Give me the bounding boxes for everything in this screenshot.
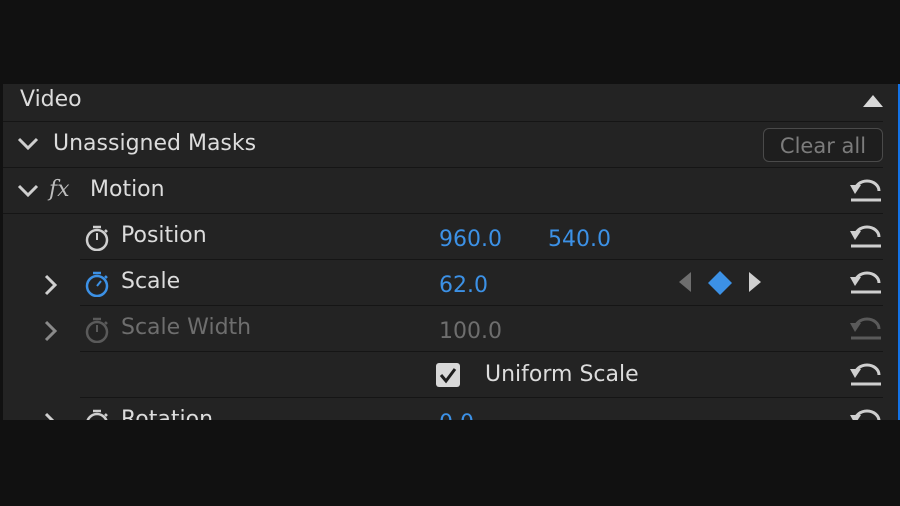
- collapse-triangle-icon[interactable]: [863, 95, 883, 107]
- clear-all-button[interactable]: Clear all: [763, 128, 883, 162]
- chevron-right-icon[interactable]: [43, 412, 59, 420]
- position-label: Position: [121, 223, 207, 248]
- scale-width-value: 100.0: [439, 319, 502, 344]
- position-row: Position 960.0 540.0: [80, 214, 883, 260]
- scale-label: Scale: [121, 269, 181, 294]
- rotation-value[interactable]: 0.0: [439, 410, 474, 420]
- chevron-right-icon[interactable]: [43, 320, 59, 342]
- keyframe-prev-icon[interactable]: [679, 272, 691, 292]
- position-y-value[interactable]: 540.0: [548, 226, 611, 254]
- video-section-title: Video: [20, 87, 82, 112]
- stopwatch-icon: [85, 317, 109, 343]
- reset-icon[interactable]: [849, 361, 883, 387]
- unassigned-masks-row: Unassigned Masks Clear all: [3, 122, 883, 168]
- stopwatch-icon[interactable]: [84, 225, 110, 251]
- checkmark-icon: [439, 368, 457, 384]
- reset-icon[interactable]: [849, 177, 883, 203]
- keyframe-next-icon[interactable]: [749, 272, 761, 292]
- fx-badge-icon[interactable]: fx: [49, 176, 70, 204]
- stopwatch-icon[interactable]: [84, 409, 110, 420]
- stopwatch-icon[interactable]: [84, 271, 110, 297]
- chevron-down-icon[interactable]: [17, 184, 39, 198]
- rotation-row: Rotation 0.0: [80, 398, 883, 420]
- rotation-label: Rotation: [121, 407, 214, 420]
- motion-row: fx Motion: [3, 168, 883, 214]
- uniform-scale-label: Uniform Scale: [485, 362, 639, 387]
- scale-width-row: Scale Width 100.0: [80, 306, 883, 352]
- scale-width-label: Scale Width: [121, 315, 252, 340]
- uniform-scale-row: Uniform Scale: [80, 352, 883, 398]
- scale-row: Scale 62.0: [80, 260, 883, 306]
- reset-icon[interactable]: [849, 269, 883, 295]
- chevron-right-icon[interactable]: [43, 274, 59, 296]
- uniform-scale-checkbox[interactable]: [436, 363, 460, 387]
- keyframe-diamond-icon[interactable]: [707, 270, 733, 296]
- position-x-value[interactable]: 960.0: [439, 226, 502, 254]
- reset-icon: [850, 317, 881, 340]
- motion-label: Motion: [90, 177, 165, 202]
- video-section-header[interactable]: Video: [3, 84, 883, 122]
- scale-value[interactable]: 62.0: [439, 272, 488, 300]
- reset-icon[interactable]: [849, 223, 883, 249]
- unassigned-masks-label: Unassigned Masks: [53, 131, 257, 156]
- reset-icon[interactable]: [849, 407, 883, 420]
- chevron-down-icon[interactable]: [17, 137, 39, 151]
